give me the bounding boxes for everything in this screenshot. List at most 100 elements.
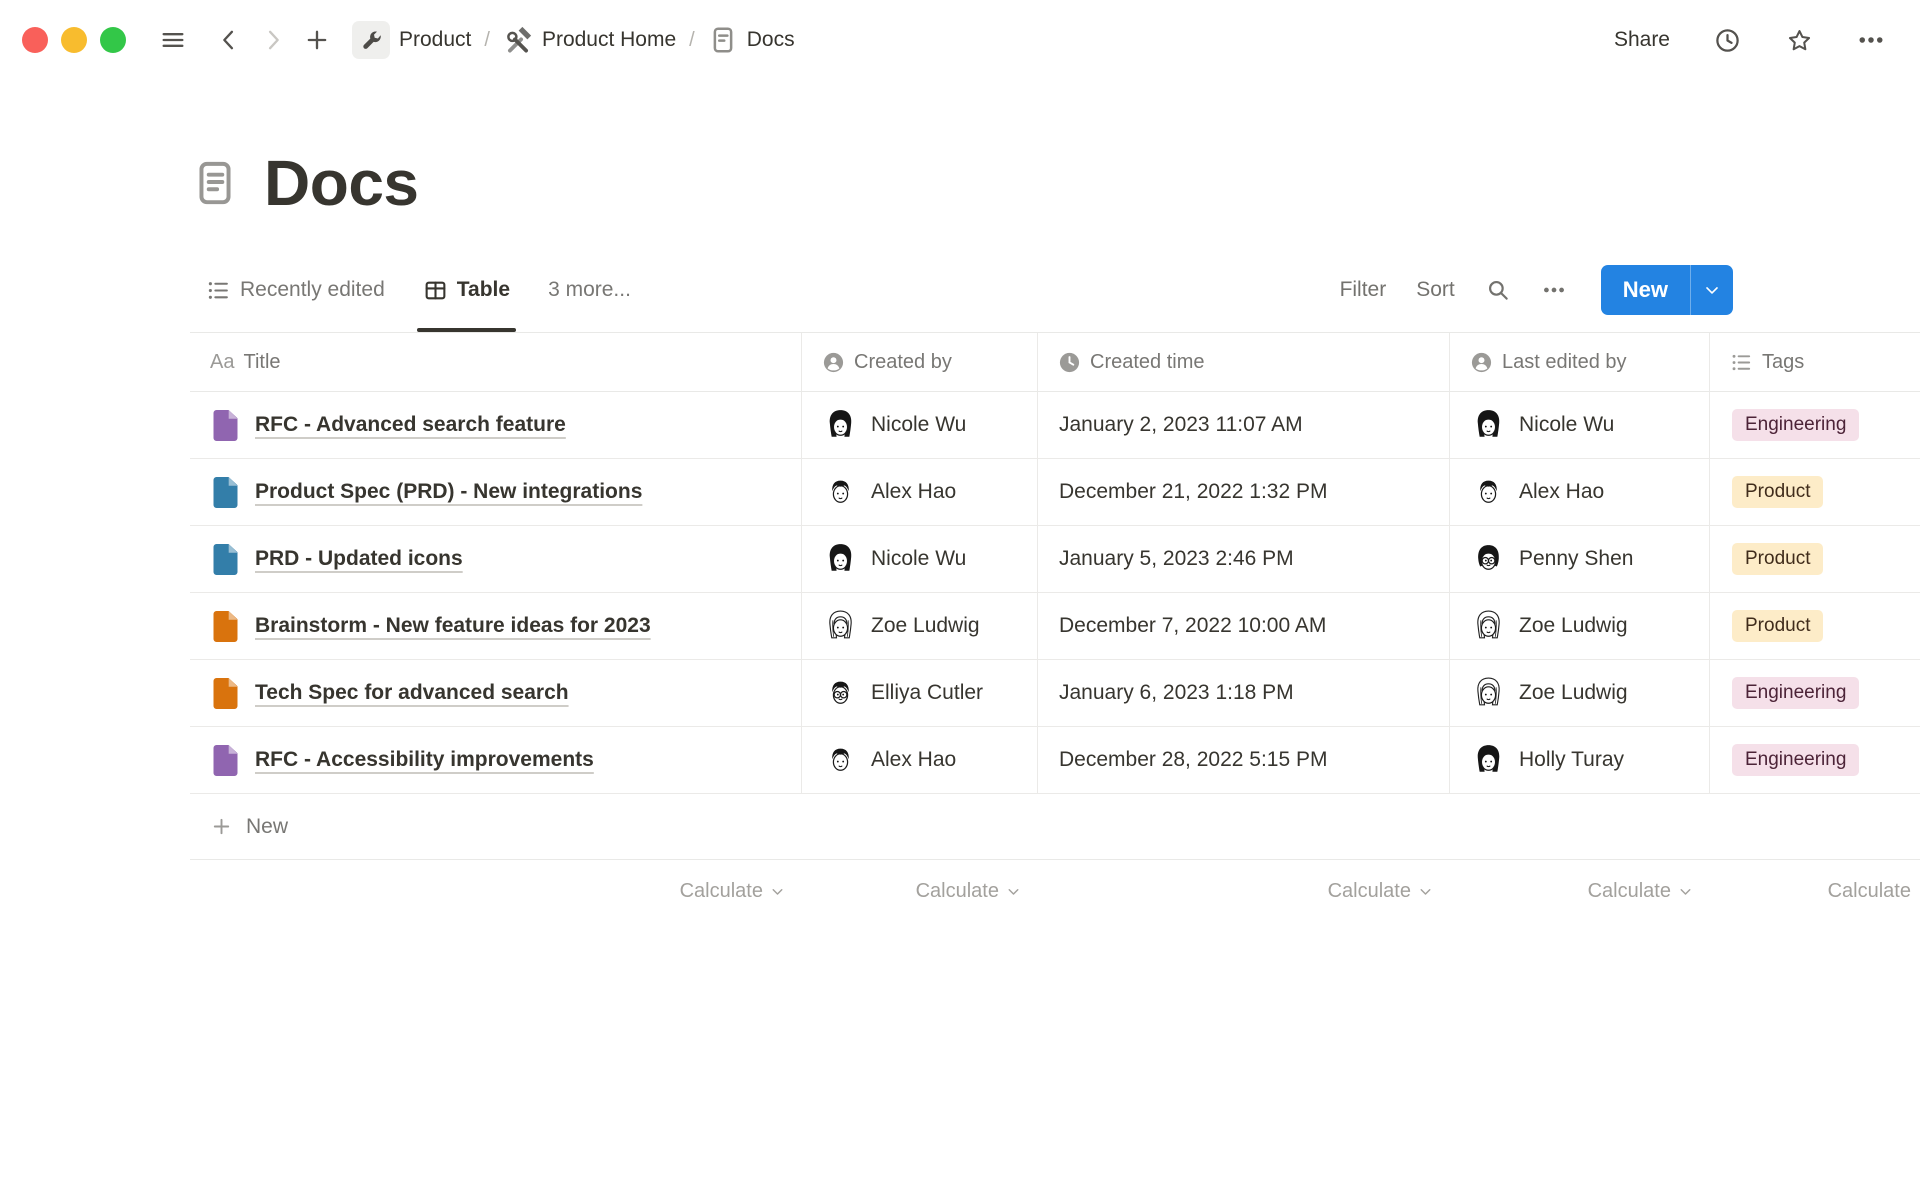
table-row[interactable]: Product Spec (PRD) - New integrations Ale… (190, 459, 1920, 526)
favorite-star-icon[interactable] (1784, 25, 1814, 55)
tag-badge[interactable]: Product (1732, 476, 1823, 508)
created-time-cell[interactable]: January 6, 2023 1:18 PM (1038, 660, 1450, 726)
nav-back-icon[interactable] (214, 25, 244, 55)
calculate-tags[interactable]: Calculate (1710, 860, 1920, 922)
avatar (1470, 407, 1507, 444)
row-title-link[interactable]: RFC - Accessibility improvements (255, 748, 594, 772)
row-title-link[interactable]: Tech Spec for advanced search (255, 681, 569, 705)
calculate-created-by[interactable]: Calculate (802, 860, 1038, 922)
person-name: Alex Hao (871, 748, 956, 772)
view-options-dots-icon[interactable] (1541, 277, 1567, 303)
created-by-cell[interactable]: Alex Hao (802, 459, 1038, 525)
last-edited-by-cell[interactable]: Holly Turay (1450, 727, 1710, 793)
sort-button[interactable]: Sort (1416, 278, 1455, 302)
calculate-label: Calculate (1828, 880, 1911, 903)
avatar (1470, 675, 1507, 712)
column-header-last-edited-by[interactable]: Last edited by (1450, 333, 1710, 391)
tag-badge[interactable]: Product (1732, 610, 1823, 642)
tags-cell[interactable]: Engineering (1710, 660, 1920, 726)
tags-cell[interactable]: Product (1710, 459, 1920, 525)
page-doc-icon[interactable] (190, 156, 240, 210)
title-cell[interactable]: RFC - Accessibility improvements (190, 727, 802, 793)
table-header-row: Aa Title Created by Created time Last ed… (190, 333, 1920, 392)
created-by-cell[interactable]: Elliya Cutler (802, 660, 1038, 726)
table-row[interactable]: Brainstorm - New feature ideas for 2023 Z… (190, 593, 1920, 660)
page-title[interactable]: Docs (264, 146, 419, 220)
table-footer-row: Calculate Calculate Calculate Calculate … (190, 860, 1920, 922)
person-name: Zoe Ludwig (1519, 681, 1628, 705)
row-title-link[interactable]: PRD - Updated icons (255, 547, 463, 571)
chevron-down-icon (1677, 883, 1694, 900)
breadcrumb-product-home[interactable]: Product Home (503, 25, 676, 55)
page-icon (212, 610, 239, 643)
table-row[interactable]: Tech Spec for advanced search Elliya Cutl… (190, 660, 1920, 727)
table-row[interactable]: RFC - Advanced search feature Nicole WuJa… (190, 392, 1920, 459)
tags-cell[interactable]: Engineering (1710, 392, 1920, 458)
tag-badge[interactable]: Engineering (1732, 677, 1859, 709)
created-time-cell[interactable]: December 7, 2022 10:00 AM (1038, 593, 1450, 659)
last-edited-by-cell[interactable]: Zoe Ludwig (1450, 660, 1710, 726)
calculate-last-edited-by[interactable]: Calculate (1450, 860, 1710, 922)
new-button[interactable]: New (1601, 265, 1733, 315)
created-time-cell[interactable]: January 5, 2023 2:46 PM (1038, 526, 1450, 592)
tab-recently-edited[interactable]: Recently edited (204, 272, 387, 309)
tags-cell[interactable]: Engineering (1710, 727, 1920, 793)
tags-cell[interactable]: Product (1710, 593, 1920, 659)
tab-more-views[interactable]: 3 more... (546, 272, 633, 308)
filter-button[interactable]: Filter (1340, 278, 1387, 302)
created-by-cell[interactable]: Nicole Wu (802, 392, 1038, 458)
title-cell[interactable]: Brainstorm - New feature ideas for 2023 (190, 593, 802, 659)
breadcrumb-product[interactable]: Product (352, 21, 471, 59)
created-time-cell[interactable]: December 28, 2022 5:15 PM (1038, 727, 1450, 793)
title-cell[interactable]: Tech Spec for advanced search (190, 660, 802, 726)
new-page-icon[interactable] (302, 25, 332, 55)
more-options-icon[interactable] (1856, 25, 1886, 55)
last-edited-by-cell[interactable]: Alex Hao (1450, 459, 1710, 525)
last-edited-by-cell[interactable]: Zoe Ludwig (1450, 593, 1710, 659)
title-cell[interactable]: Product Spec (PRD) - New integrations (190, 459, 802, 525)
doc-icon (708, 25, 738, 55)
add-new-row-button[interactable]: New (190, 794, 1920, 860)
tags-cell[interactable]: Product (1710, 526, 1920, 592)
created-by-cell[interactable]: Zoe Ludwig (802, 593, 1038, 659)
new-button-label[interactable]: New (1601, 265, 1690, 315)
close-window-button[interactable] (22, 27, 48, 53)
column-header-title[interactable]: Aa Title (190, 333, 802, 391)
minimize-window-button[interactable] (61, 27, 87, 53)
table-row[interactable]: PRD - Updated icons Nicole WuJanuary 5, 2… (190, 526, 1920, 593)
breadcrumb-separator: / (484, 29, 490, 52)
title-type-icon: Aa (210, 351, 234, 374)
calculate-title[interactable]: Calculate (190, 860, 802, 922)
calculate-created-time[interactable]: Calculate (1038, 860, 1450, 922)
title-cell[interactable]: PRD - Updated icons (190, 526, 802, 592)
title-cell[interactable]: RFC - Advanced search feature (190, 392, 802, 458)
created-time-cell[interactable]: January 2, 2023 11:07 AM (1038, 392, 1450, 458)
column-header-created-time[interactable]: Created time (1038, 333, 1450, 391)
new-button-chevron-down-icon[interactable] (1690, 265, 1733, 315)
row-title-link[interactable]: Brainstorm - New feature ideas for 2023 (255, 614, 651, 638)
created-time-cell[interactable]: December 21, 2022 1:32 PM (1038, 459, 1450, 525)
sidebar-toggle-icon[interactable] (158, 25, 188, 55)
share-button[interactable]: Share (1614, 28, 1670, 52)
calculate-label: Calculate (680, 880, 763, 903)
column-header-tags[interactable]: Tags (1710, 333, 1920, 391)
nav-forward-icon[interactable] (258, 25, 288, 55)
created-by-cell[interactable]: Nicole Wu (802, 526, 1038, 592)
row-title-link[interactable]: RFC - Advanced search feature (255, 413, 566, 437)
tag-badge[interactable]: Product (1732, 543, 1823, 575)
tag-badge[interactable]: Engineering (1732, 409, 1859, 441)
table-row[interactable]: RFC - Accessibility improvements Alex Hao… (190, 727, 1920, 794)
tab-table[interactable]: Table (421, 272, 512, 309)
history-clock-icon[interactable] (1712, 25, 1742, 55)
created-by-cell[interactable]: Alex Hao (802, 727, 1038, 793)
row-title-link[interactable]: Product Spec (PRD) - New integrations (255, 480, 642, 504)
last-edited-by-cell[interactable]: Nicole Wu (1450, 392, 1710, 458)
search-icon[interactable] (1485, 277, 1511, 303)
tag-badge[interactable]: Engineering (1732, 744, 1859, 776)
tab-label: Recently edited (240, 278, 385, 302)
avatar (1470, 474, 1507, 511)
last-edited-by-cell[interactable]: Penny Shen (1450, 526, 1710, 592)
zoom-window-button[interactable] (100, 27, 126, 53)
breadcrumb-docs[interactable]: Docs (708, 25, 795, 55)
column-header-created-by[interactable]: Created by (802, 333, 1038, 391)
